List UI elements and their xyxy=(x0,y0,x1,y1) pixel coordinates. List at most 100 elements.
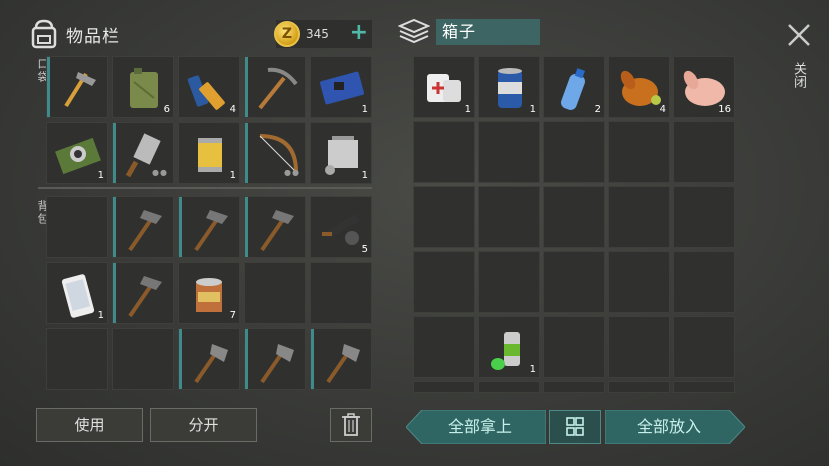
pocket-slot[interactable]: 1 xyxy=(178,122,240,184)
pocket-slot[interactable]: 1 xyxy=(310,122,372,184)
use-button[interactable]: 使用 xyxy=(36,408,143,442)
box-slot[interactable] xyxy=(543,316,605,378)
box-slot[interactable] xyxy=(608,381,670,393)
put-all-button[interactable]: 全部放入 xyxy=(605,410,733,444)
box-slot[interactable]: 16 xyxy=(673,56,735,118)
box-slot[interactable] xyxy=(608,186,670,248)
box-slot[interactable] xyxy=(478,121,540,183)
box-slot[interactable]: 1 xyxy=(478,316,540,378)
backpack-slot[interactable] xyxy=(46,196,108,258)
split-button[interactable]: 分开 xyxy=(150,408,257,442)
box-slot[interactable] xyxy=(413,121,475,183)
hatchet-icon xyxy=(260,344,294,384)
box-slot[interactable] xyxy=(673,121,735,183)
durability-bar xyxy=(113,263,116,323)
close-icon[interactable] xyxy=(786,22,812,48)
item-count: 1 xyxy=(529,104,536,115)
backpack-slot[interactable] xyxy=(178,196,240,258)
beer-can-icon xyxy=(498,68,522,108)
roast-chicken-icon xyxy=(620,70,661,106)
box-slot[interactable] xyxy=(673,186,735,248)
item-count: 1 xyxy=(464,104,471,115)
box-slot[interactable] xyxy=(413,186,475,248)
tin-can-icon xyxy=(196,278,222,312)
box-slot[interactable] xyxy=(478,251,540,313)
box-slot[interactable] xyxy=(413,381,475,393)
durability-bar xyxy=(245,329,248,389)
box-slot[interactable] xyxy=(673,251,735,313)
quality-dots: ●● xyxy=(284,168,300,177)
close-label[interactable]: 关闭 xyxy=(790,62,806,88)
item-count: 1 xyxy=(361,170,368,181)
backpack-slot[interactable] xyxy=(112,196,174,258)
backpack-slot[interactable] xyxy=(46,328,108,390)
backpack-slot[interactable] xyxy=(112,328,174,390)
backpack-slot[interactable] xyxy=(178,328,240,390)
item-count: 16 xyxy=(718,104,731,115)
stone-pickaxe-icon xyxy=(260,210,294,252)
hatchet-icon xyxy=(326,344,360,384)
backpack-slot[interactable]: 7 xyxy=(178,262,240,324)
oil-filter-icon xyxy=(198,138,222,172)
box-slot[interactable] xyxy=(543,186,605,248)
box-slot[interactable] xyxy=(608,251,670,313)
box-slot[interactable] xyxy=(673,381,735,393)
durability-bar xyxy=(245,197,248,257)
box-slot[interactable] xyxy=(543,121,605,183)
durability-bar xyxy=(113,197,116,257)
pocket-slot[interactable]: 6 xyxy=(112,56,174,118)
pocket-slot[interactable] xyxy=(244,56,306,118)
durability-bar xyxy=(179,329,182,389)
pocket-slot[interactable]: ●● xyxy=(112,122,174,184)
coin-icon: Z xyxy=(274,21,300,47)
backpack-slot[interactable] xyxy=(310,328,372,390)
pocket-slot[interactable]: 4 xyxy=(178,56,240,118)
box-slot[interactable] xyxy=(478,381,540,393)
backpack-slot[interactable] xyxy=(244,262,306,324)
backpack-slot[interactable] xyxy=(244,196,306,258)
container-header: 箱子 xyxy=(398,18,540,46)
pocket-slot[interactable]: 1 xyxy=(310,56,372,118)
pocket-slot[interactable]: ●● xyxy=(244,122,306,184)
trash-icon xyxy=(342,413,360,436)
box-slot[interactable] xyxy=(608,121,670,183)
sort-button[interactable] xyxy=(549,410,601,444)
backpack-slot[interactable] xyxy=(310,262,372,324)
box-slot[interactable]: 4 xyxy=(608,56,670,118)
spray-paint-icon xyxy=(491,332,520,370)
pickaxe-icon xyxy=(258,67,298,110)
box-slot[interactable] xyxy=(608,316,670,378)
item-count: 4 xyxy=(229,104,236,115)
smartphone-icon xyxy=(61,274,95,318)
item-count: 4 xyxy=(659,104,666,115)
stacked-box-icon xyxy=(398,18,430,44)
pocket-slot[interactable] xyxy=(46,56,108,118)
stone-pickaxe-icon xyxy=(128,210,162,252)
box-slot[interactable]: 2 xyxy=(543,56,605,118)
take-all-button[interactable]: 全部拿上 xyxy=(420,410,540,444)
add-coins-button[interactable]: + xyxy=(350,22,368,44)
box-slot[interactable]: 1 xyxy=(413,56,475,118)
box-slot[interactable]: 1 xyxy=(478,56,540,118)
backpack-slot[interactable]: 5 xyxy=(310,196,372,258)
trash-button[interactable] xyxy=(330,408,372,442)
durability-bar xyxy=(245,57,248,117)
item-count: 5 xyxy=(361,244,368,255)
box-slot[interactable] xyxy=(543,381,605,393)
bandage-icon xyxy=(427,74,461,102)
backpack-slot[interactable]: 1 xyxy=(46,262,108,324)
item-count: 1 xyxy=(97,170,104,181)
box-slot[interactable] xyxy=(478,186,540,248)
jerrycan-icon xyxy=(130,68,158,108)
item-count: 6 xyxy=(163,104,170,115)
box-slot[interactable] xyxy=(673,316,735,378)
box-slot[interactable] xyxy=(413,316,475,378)
backpack-slot[interactable] xyxy=(112,262,174,324)
coin-count: 345 xyxy=(306,27,329,41)
backpack-slot[interactable] xyxy=(244,328,306,390)
pocket-slot[interactable]: 1 xyxy=(46,122,108,184)
box-slot[interactable] xyxy=(413,251,475,313)
stone-pickaxe-icon xyxy=(194,210,228,252)
box-slot[interactable] xyxy=(543,251,605,313)
water-bottle-icon xyxy=(561,68,585,110)
